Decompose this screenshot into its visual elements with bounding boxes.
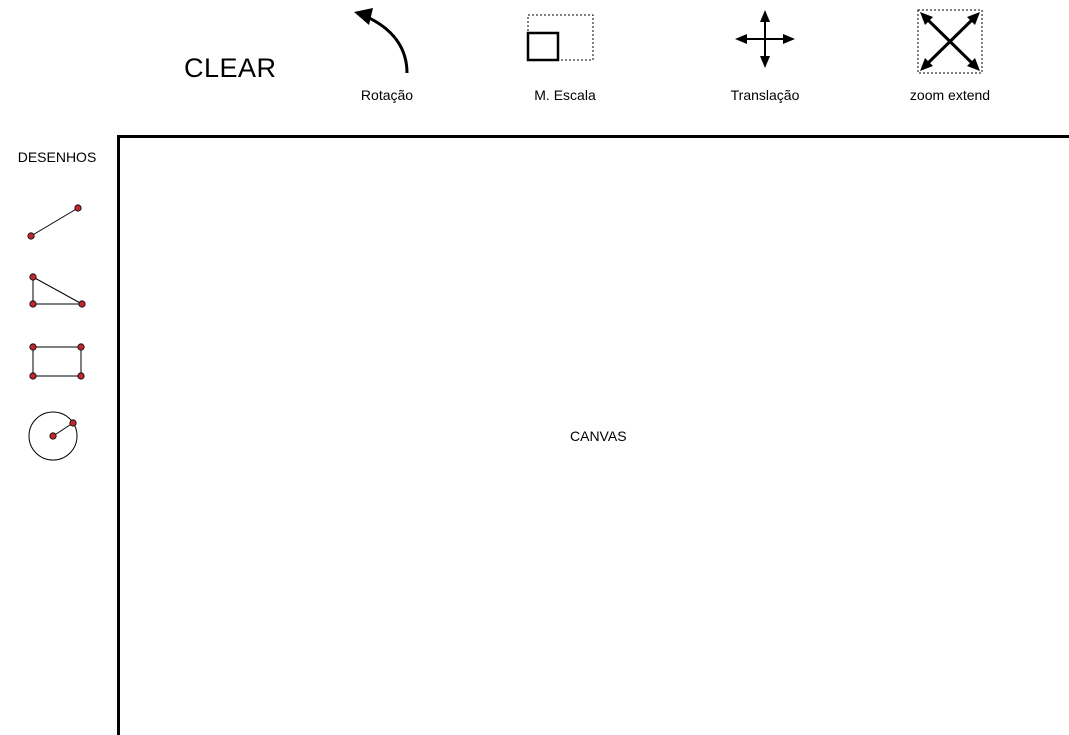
canvas-label: CANVAS <box>570 428 627 444</box>
triangle-tool-button[interactable] <box>22 268 92 312</box>
triangle-icon <box>29 273 86 308</box>
sidebar-title: DESENHOS <box>17 149 97 165</box>
line-icon <box>27 204 82 240</box>
circle-tool-button[interactable] <box>22 408 92 468</box>
rectangle-icon <box>29 343 85 380</box>
clear-button[interactable]: CLEAR <box>170 48 280 88</box>
scale-tool-button[interactable]: M. Escala <box>515 5 615 110</box>
circle-icon <box>28 411 78 461</box>
move-icon <box>735 10 795 68</box>
drawing-canvas[interactable]: CANVAS <box>117 135 1069 735</box>
rotate-icon <box>354 8 409 74</box>
zoom-extend-tool-label: zoom extend <box>909 87 991 103</box>
line-tool-button[interactable] <box>22 200 87 244</box>
scale-icon <box>526 14 594 62</box>
scale-tool-label: M. Escala <box>534 87 596 103</box>
zoom-extend-tool-button[interactable]: zoom extend <box>900 5 1000 110</box>
rotate-tool-button[interactable]: Rotação <box>340 5 440 110</box>
zoom-extend-icon <box>917 9 983 74</box>
rotate-tool-label: Rotação <box>360 87 414 103</box>
rectangle-tool-button[interactable] <box>22 338 92 384</box>
move-tool-label: Translação <box>730 87 800 103</box>
move-tool-button[interactable]: Translação <box>715 5 815 110</box>
